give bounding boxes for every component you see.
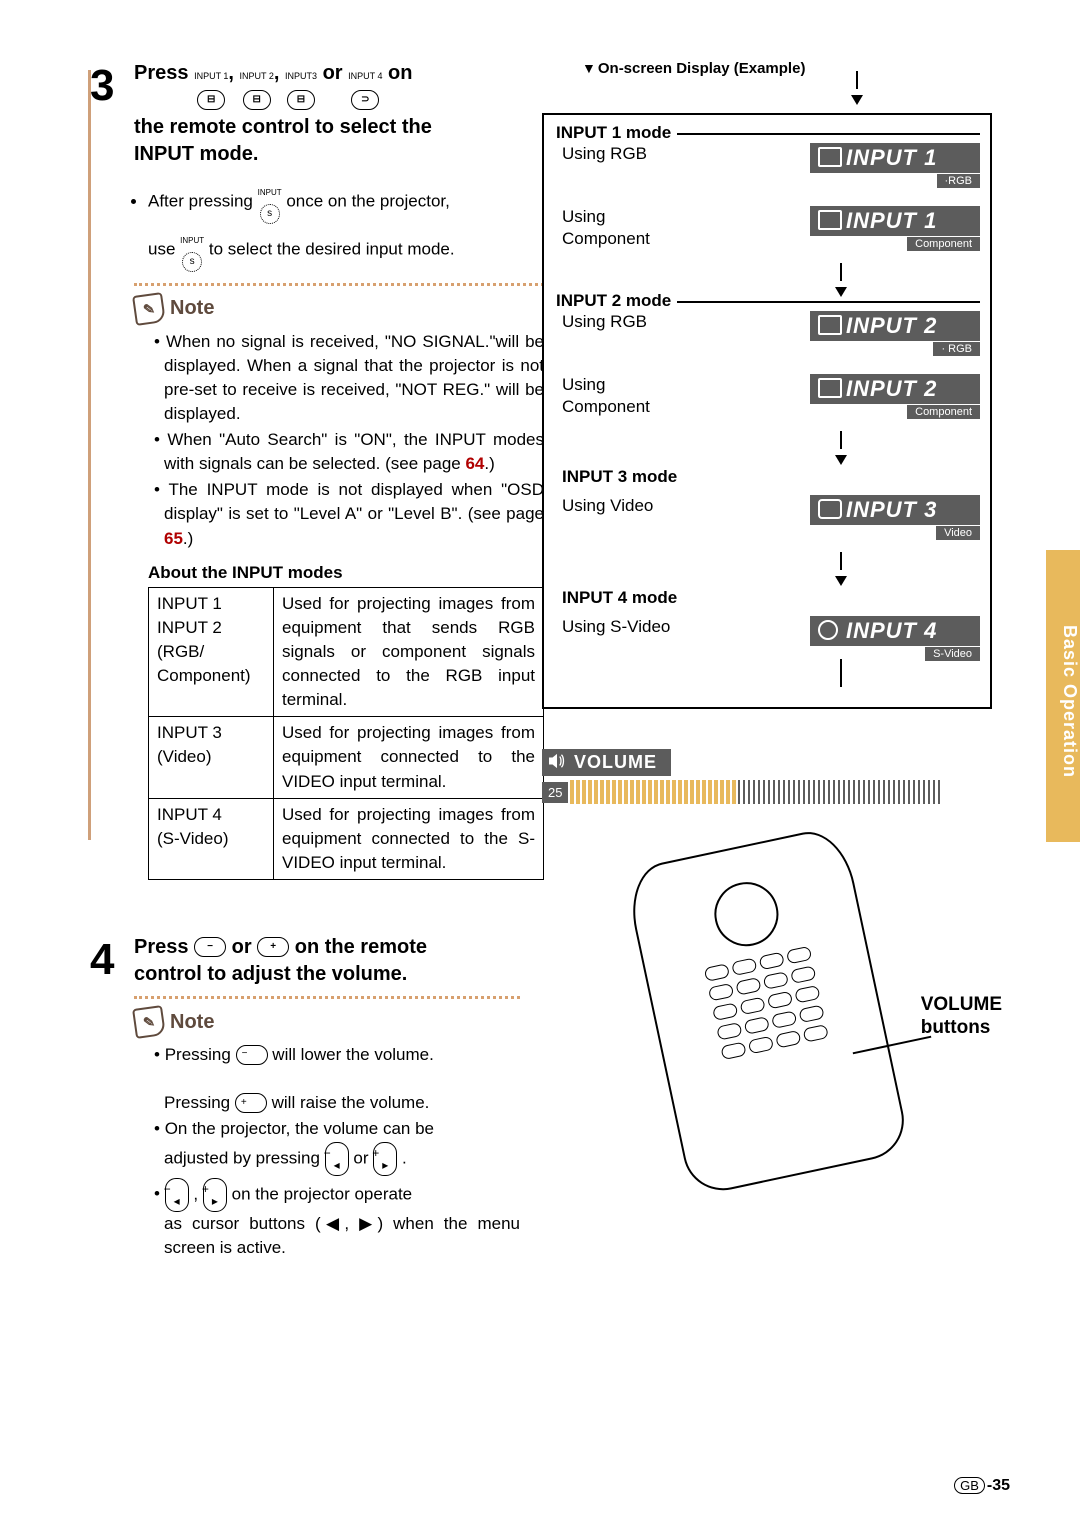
input2-comp-badge: INPUT 2: [810, 374, 980, 404]
input1-label: INPUT 1: [194, 71, 228, 81]
volume-value: 25: [542, 782, 568, 803]
input3-sub: Video: [936, 526, 980, 540]
minus-button-icon: −: [194, 937, 226, 957]
minus-icon-2: −: [236, 1045, 268, 1065]
note-label: Note: [170, 297, 214, 320]
note4-item-1: Pressing − will lower the volume. Pressi…: [154, 1043, 520, 1115]
note3-item-1: When no signal is received, "NO SIGNAL."…: [154, 330, 544, 427]
nav-right-icon: +▸: [373, 1142, 397, 1176]
input1-button-icon: ⊟: [197, 90, 225, 110]
page-link-65: 65: [164, 529, 183, 548]
input1-rgb-badge: INPUT 1: [810, 143, 980, 173]
note3-item-2: When "Auto Search" is "ON", the INPUT mo…: [154, 428, 544, 476]
nav-right-icon-2: +▸: [203, 1178, 227, 1212]
input-small-label: INPUT: [258, 188, 282, 197]
input1-comp-label: Using Component: [562, 206, 650, 250]
monitor-icon: [818, 315, 842, 335]
input4-badge: INPUT 4: [810, 616, 980, 646]
dotted-divider-2: [134, 996, 520, 999]
input1-rgb-sub: ·RGB: [937, 174, 981, 188]
volume-bar: [570, 780, 942, 804]
page-footer: GB-35: [954, 1477, 1010, 1495]
page-link-64: 64: [465, 454, 484, 473]
monitor-icon: [818, 210, 842, 230]
step-4-title: Press − or + on the remote control to ad…: [134, 934, 520, 988]
input3-badge: INPUT 3: [810, 495, 980, 525]
input1-rgb-label: Using RGB: [562, 143, 647, 165]
dotted-divider: [134, 283, 544, 286]
table-r1c1: INPUT 1 INPUT 2 (RGB/ Component): [149, 587, 274, 717]
volume-label: VOLUME: [542, 749, 671, 776]
plus-icon-2: +: [235, 1093, 267, 1113]
input3-mode-head: INPUT 3 mode: [562, 467, 980, 487]
input1-mode-head: INPUT 1 mode: [556, 123, 677, 143]
rect-icon: [818, 499, 842, 519]
monitor-icon: [818, 378, 842, 398]
input4-mode-head: INPUT 4 mode: [562, 588, 980, 608]
input3-button-icon: ⊟: [287, 90, 315, 110]
input2-rgb-sub: · RGB: [933, 342, 980, 356]
input1-comp-sub: Component: [907, 237, 980, 251]
input2-button-icon: ⊟: [243, 90, 271, 110]
input2-mode-head: INPUT 2 mode: [556, 291, 677, 311]
projector-input-icon-2: s: [182, 252, 202, 272]
table-r2c2: Used for projecting images from equipmen…: [274, 717, 544, 798]
input2-rgb-label: Using RGB: [562, 311, 647, 333]
nav-left-icon: −◂: [325, 1142, 349, 1176]
note-icon: ✎: [132, 292, 166, 326]
input4-sub: S-Video: [925, 647, 980, 661]
input-modes-table: INPUT 1 INPUT 2 (RGB/ Component) Used fo…: [148, 587, 544, 880]
step3-bullet: After pressing INPUT s once on the proje…: [148, 178, 544, 275]
table-r3c1: INPUT 4 (S-Video): [149, 798, 274, 879]
monitor-icon: [818, 147, 842, 167]
input4-button-icon: ⊃: [351, 90, 379, 110]
step-3-title: Press INPUT 1 ⊟ , INPUT 2 ⊟ , INPUT3 ⊟ o…: [134, 60, 544, 168]
note3-item-3: The INPUT mode is not displayed when "OS…: [154, 478, 544, 550]
note4-item-2: On the projector, the volume can be adju…: [154, 1117, 520, 1175]
table-r3c2: Used for projecting images from equipmen…: [274, 798, 544, 879]
input3-video-label: Using Video: [562, 495, 653, 517]
step-4-number: 4: [90, 938, 134, 982]
input2-label: INPUT 2: [240, 71, 274, 81]
plug-icon: [818, 620, 838, 640]
left-rule: [88, 70, 91, 840]
input2-rgb-badge: INPUT 2: [810, 311, 980, 341]
input-small-label-2: INPUT: [180, 236, 204, 245]
note-icon-2: ✎: [132, 1005, 166, 1039]
input2-comp-label: Using Component: [562, 374, 650, 418]
note-label-2: Note: [170, 1011, 214, 1034]
input3-label: INPUT3: [285, 71, 317, 81]
osd-box: INPUT 1 mode Using RGB INPUT 1 ·RGB Usin…: [542, 113, 992, 709]
remote-callout-label: VOLUME buttons: [921, 994, 1002, 1040]
table-heading: About the INPUT modes: [148, 563, 544, 583]
table-r2c1: INPUT 3 (Video): [149, 717, 274, 798]
input2-comp-sub: Component: [907, 405, 980, 419]
input4-svideo-label: Using S-Video: [562, 616, 670, 638]
table-r1c2: Used for projecting images from equipmen…: [274, 587, 544, 717]
nav-left-icon-2: −◂: [165, 1178, 189, 1212]
speaker-icon: [548, 753, 566, 769]
input4-label: INPUT 4: [348, 71, 382, 81]
input1-comp-badge: INPUT 1: [810, 206, 980, 236]
projector-input-icon: s: [260, 204, 280, 224]
note4-item-3: −◂ , +▸ on the projector operate as curs…: [154, 1178, 520, 1260]
remote-illustration: [623, 824, 912, 1197]
plus-button-icon: +: [257, 937, 289, 957]
step-3-number: 3: [90, 64, 134, 108]
